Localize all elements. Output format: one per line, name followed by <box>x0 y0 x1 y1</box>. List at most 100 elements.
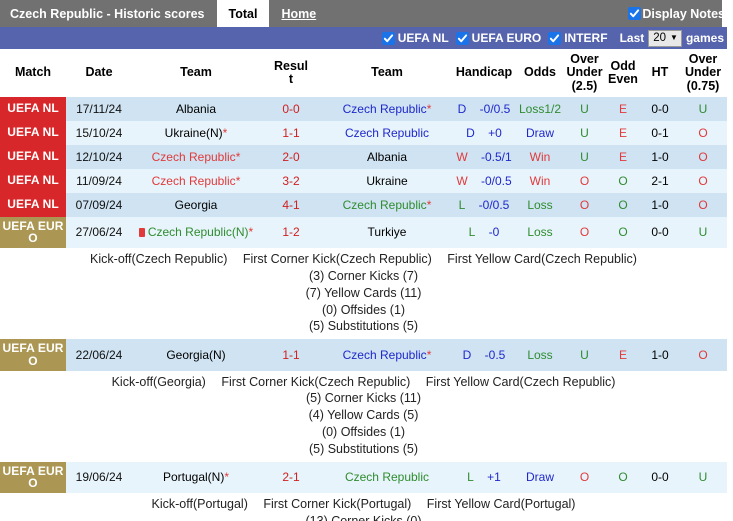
home-team-name: Georgia(N) <box>166 348 225 362</box>
home-team[interactable]: Georgia <box>132 193 260 217</box>
over-under-075-value: U <box>679 462 727 493</box>
col-handicap[interactable]: Handicap <box>452 49 516 97</box>
handicap-cell: D -0.5 <box>452 339 516 370</box>
col-team-away[interactable]: Team <box>322 49 452 97</box>
display-notes-toggle[interactable]: Display Notes <box>628 0 725 27</box>
away-team[interactable]: Czech Republic <box>322 121 452 145</box>
table-row[interactable]: UEFA NL12/10/24Czech Republic*2-0Albania… <box>0 145 727 169</box>
over-under-075-value: U <box>679 217 727 248</box>
away-team[interactable]: Albania <box>322 145 452 169</box>
league-badge[interactable]: UEFA NL <box>0 121 66 145</box>
away-team[interactable]: Czech Republic* <box>322 339 452 370</box>
home-team[interactable]: Czech Republic* <box>132 169 260 193</box>
league-badge[interactable]: UEFA NL <box>0 145 66 169</box>
col-odd-even[interactable]: Odd Even <box>605 49 641 97</box>
note-stat-line: (4) Yellow Cards (5) <box>0 407 727 424</box>
col-match[interactable]: Match <box>0 49 66 97</box>
home-team[interactable]: Czech Republic* <box>132 145 260 169</box>
league-badge[interactable]: UEFA NL <box>0 97 66 121</box>
ht-score: 0-0 <box>641 97 679 121</box>
match-result: 1-1 <box>260 121 322 145</box>
table-row[interactable]: UEFA NL17/11/24Albania0-0Czech Republic*… <box>0 97 727 121</box>
odds-result: Loss <box>516 193 564 217</box>
col-date[interactable]: Date <box>66 49 132 97</box>
handicap-value: -0.5 <box>485 348 506 362</box>
league-badge[interactable]: UEFA NL <box>0 169 66 193</box>
badge-line2: O <box>28 231 37 245</box>
asterisk-marker: * <box>236 174 241 188</box>
tab-home[interactable]: Home <box>269 0 328 27</box>
match-notes-cell: Kick-off(Czech Republic) First Corner Ki… <box>0 248 727 339</box>
filter-bar: UEFA NL UEFA EURO INTERF Last 20 ▼ games <box>0 27 733 49</box>
note-stat-line: (3) Corner Kicks (7) <box>0 268 727 285</box>
table-body: UEFA NL17/11/24Albania0-0Czech Republic*… <box>0 97 727 521</box>
col-odds[interactable]: Odds <box>516 49 564 97</box>
filter-uefa-euro[interactable]: UEFA EURO <box>456 31 542 45</box>
home-team[interactable]: Czech Republic(N)* <box>132 217 260 248</box>
home-team-name: Czech Republic <box>152 150 236 164</box>
away-team[interactable]: Czech Republic* <box>322 97 452 121</box>
away-team[interactable]: Czech Republic* <box>322 193 452 217</box>
badge-line2: O <box>28 354 37 368</box>
display-notes-label: Display Notes <box>642 7 725 21</box>
away-team[interactable]: Czech Republic <box>322 462 452 493</box>
col-result[interactable]: Resul t <box>260 49 322 97</box>
tab-total[interactable]: Total <box>217 0 270 27</box>
league-badge[interactable]: UEFA EURO <box>0 339 66 370</box>
col-ou25-line1: Over <box>570 52 599 66</box>
match-result: 3-2 <box>260 169 322 193</box>
away-team-name: Turkiye <box>368 225 407 239</box>
away-team[interactable]: Ukraine <box>322 169 452 193</box>
table-row[interactable]: UEFA EURO27/06/24Czech Republic(N)*1-2Tu… <box>0 217 727 248</box>
over-under-25-value: U <box>564 97 605 121</box>
league-badge[interactable]: UEFA NL <box>0 193 66 217</box>
over-under-25-value: O <box>564 217 605 248</box>
checkmark-icon[interactable] <box>382 32 395 45</box>
table-row[interactable]: UEFA NL07/09/24Georgia4-1Czech Republic*… <box>0 193 727 217</box>
col-over-under-075[interactable]: Over Under (0.75) <box>679 49 727 97</box>
odds-result: Loss <box>516 339 564 370</box>
historic-scores-table: Match Date Team Resul t Team Handicap Od… <box>0 49 727 521</box>
col-over-under-25[interactable]: Over Under (2.5) <box>564 49 605 97</box>
table-row[interactable]: UEFA EURO22/06/24Georgia(N)1-1Czech Repu… <box>0 339 727 370</box>
handicap-cell: D -0/0.5 <box>452 97 516 121</box>
match-notes-row: Kick-off(Czech Republic) First Corner Ki… <box>0 248 727 339</box>
handicap-value: -0/0.5 <box>479 198 510 212</box>
odds-result: Win <box>516 145 564 169</box>
col-team-home[interactable]: Team <box>132 49 260 97</box>
table-row[interactable]: UEFA NL11/09/24Czech Republic*3-2Ukraine… <box>0 169 727 193</box>
home-team[interactable]: Portugal(N)* <box>132 462 260 493</box>
ht-score: 1-0 <box>641 339 679 370</box>
col-ou075-line1: Over <box>689 52 718 66</box>
games-count-select[interactable]: 20 ▼ <box>648 30 682 47</box>
checkmark-icon[interactable] <box>628 7 641 20</box>
wdl-result: W <box>456 174 467 188</box>
note-header-item: First Corner Kick(Portugal) <box>263 497 411 511</box>
filter-uefa-nl[interactable]: UEFA NL <box>382 31 449 45</box>
checkmark-icon[interactable] <box>456 32 469 45</box>
league-badge[interactable]: UEFA EURO <box>0 462 66 493</box>
home-team[interactable]: Albania <box>132 97 260 121</box>
over-under-075-value: O <box>679 121 727 145</box>
away-team[interactable]: Turkiye <box>322 217 452 248</box>
match-result: 2-0 <box>260 145 322 169</box>
away-team-name: Ukraine <box>366 174 407 188</box>
wdl-result: D <box>458 102 467 116</box>
note-stat-line: (13) Corner Kicks (0) <box>0 513 727 521</box>
table-row[interactable]: UEFA NL15/10/24Ukraine(N)*1-1Czech Repub… <box>0 121 727 145</box>
col-ht[interactable]: HT <box>641 49 679 97</box>
home-team-name: Portugal(N) <box>163 470 224 484</box>
checkmark-icon[interactable] <box>548 32 561 45</box>
home-team[interactable]: Georgia(N) <box>132 339 260 370</box>
home-team[interactable]: Ukraine(N)* <box>132 121 260 145</box>
filter-interf[interactable]: INTERF <box>548 31 607 45</box>
over-under-25-value: U <box>564 121 605 145</box>
note-stat-line: (0) Offsides (1) <box>0 424 727 441</box>
away-team-name: Czech Republic <box>343 198 427 212</box>
col-ou075-line3: (0.75) <box>687 79 720 93</box>
league-badge[interactable]: UEFA EURO <box>0 217 66 248</box>
table-row[interactable]: UEFA EURO19/06/24Portugal(N)*2-1Czech Re… <box>0 462 727 493</box>
note-header-item: First Yellow Card(Czech Republic) <box>447 252 637 266</box>
match-date: 22/06/24 <box>66 339 132 370</box>
over-under-075-value: O <box>679 145 727 169</box>
